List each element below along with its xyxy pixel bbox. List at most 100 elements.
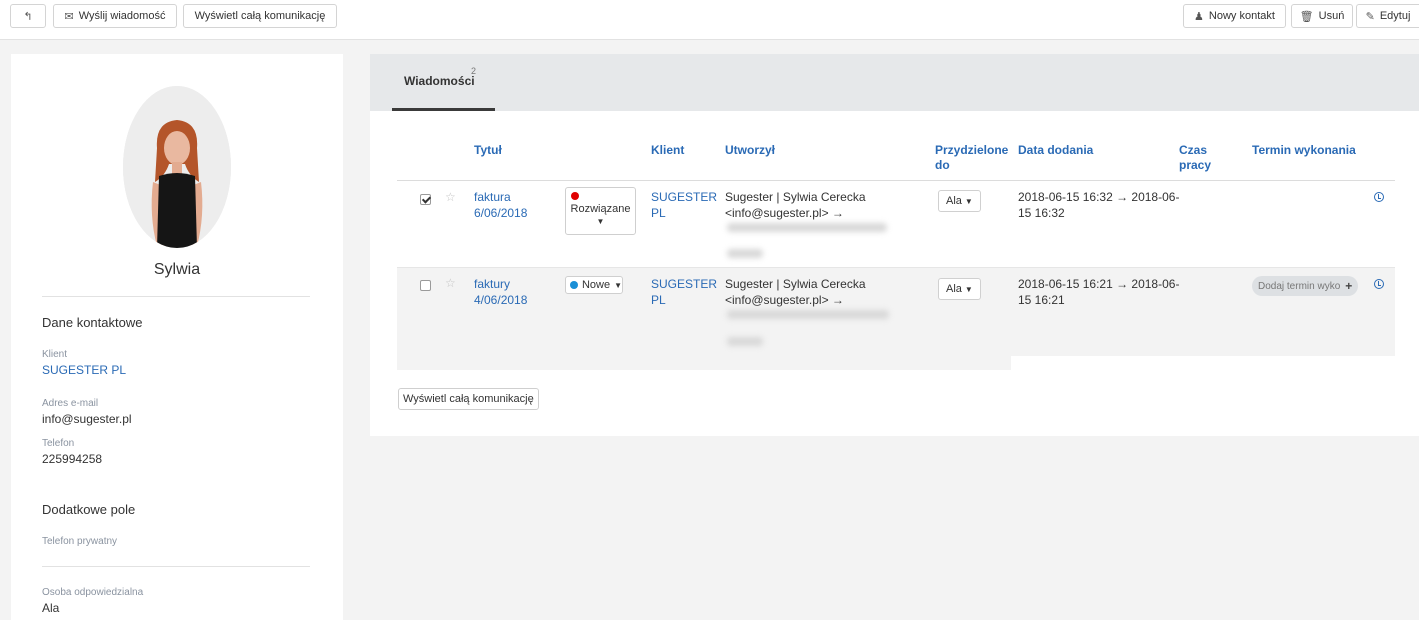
tab-messages[interactable]: Wiadomości 2 bbox=[392, 54, 495, 111]
status-dot bbox=[571, 192, 579, 200]
caret-down-icon: ▼ bbox=[964, 196, 973, 206]
column-header-author[interactable]: Utworzył bbox=[725, 143, 775, 158]
clock-icon[interactable] bbox=[1374, 192, 1384, 202]
message-title-line1: faktura bbox=[474, 190, 511, 204]
clock-icon[interactable] bbox=[1374, 279, 1384, 289]
column-header-due[interactable]: Termin wykonania bbox=[1252, 143, 1356, 158]
client-line2: PL bbox=[651, 293, 666, 307]
date-cell: 2018-06-15 16:21 → 2018-06- 15 16:21 bbox=[1018, 276, 1179, 308]
tab-messages-count: 2 bbox=[471, 66, 477, 76]
author-cell: Sugester | Sylwia Cerecka <info@sugester… bbox=[725, 276, 866, 308]
column-header-work-time-line2: pracy bbox=[1179, 158, 1212, 172]
pencil-icon: ✎ bbox=[1365, 10, 1375, 23]
tab-messages-label: Wiadomości bbox=[404, 74, 475, 88]
column-header-work-time[interactable]: Czas pracy bbox=[1179, 143, 1211, 173]
redacted-recipient bbox=[727, 223, 887, 232]
star-icon[interactable]: ☆ bbox=[445, 190, 456, 204]
table-footer-strip bbox=[397, 356, 1011, 370]
divider bbox=[42, 296, 310, 297]
show-all-communication-button[interactable]: Wyświetl całą komunikację bbox=[183, 4, 337, 28]
client-link[interactable]: SUGESTER PL bbox=[651, 276, 717, 308]
email-label: Adres e-mail bbox=[42, 398, 99, 409]
assign-label: Ala bbox=[946, 283, 962, 295]
phone-label: Telefon bbox=[42, 438, 75, 449]
show-all-label: Wyświetl całą komunikację bbox=[194, 10, 326, 22]
caret-down-icon: ▼ bbox=[964, 284, 973, 294]
tab-bar: Wiadomości 2 bbox=[370, 54, 1419, 111]
status-dropdown[interactable]: Rozwiązane ▼ bbox=[565, 187, 636, 235]
column-header-assigned-line1: Przydzielone bbox=[935, 143, 1009, 157]
assign-dropdown[interactable]: Ala ▼ bbox=[938, 190, 981, 212]
column-header-date-added[interactable]: Data dodania bbox=[1018, 143, 1093, 158]
extra-fields-heading: Dodatkowe pole bbox=[42, 502, 136, 517]
date-line1: 2018-06-15 16:32 → 2018-06- bbox=[1018, 190, 1180, 204]
delete-label: Usuń bbox=[1318, 10, 1345, 22]
redacted-recipient bbox=[727, 337, 763, 346]
edit-button[interactable]: ✎ Edytuj bbox=[1356, 4, 1419, 28]
delete-button[interactable]: 🗑 Usuń bbox=[1291, 4, 1353, 28]
private-phone-label: Telefon prywatny bbox=[42, 536, 118, 547]
star-icon[interactable]: ☆ bbox=[445, 276, 456, 290]
status-dot bbox=[570, 281, 578, 289]
assign-label: Ala bbox=[946, 195, 962, 207]
table-row[interactable]: ☆ faktury 4/06/2018 Nowe ▼ SUGESTER PL S… bbox=[397, 268, 1395, 356]
back-button[interactable]: ↰ bbox=[10, 4, 46, 28]
client-line1: SUGESTER bbox=[651, 190, 718, 204]
message-title-link[interactable]: faktura 6/06/2018 bbox=[474, 189, 527, 221]
send-message-label: Wyślij wiadomość bbox=[78, 10, 166, 22]
send-message-button[interactable]: ✉ Wyślij wiadomość bbox=[53, 4, 177, 28]
show-all-communication-button[interactable]: Wyświetl całą komunikację bbox=[398, 388, 539, 410]
edit-label: Edytuj bbox=[1379, 10, 1411, 22]
add-due-date-label: Dodaj termin wyko bbox=[1258, 280, 1341, 292]
email-value: info@sugester.pl bbox=[42, 412, 132, 426]
client-line1: SUGESTER bbox=[651, 277, 718, 291]
new-contact-label: Nowy kontakt bbox=[1208, 10, 1275, 22]
redacted-recipient bbox=[727, 310, 889, 319]
messages-panel: Wiadomości 2 Tytuł Klient Utworzył Przyd… bbox=[370, 54, 1419, 436]
table-row[interactable]: ☆ faktura 6/06/2018 Rozwiązane ▼ SUGESTE… bbox=[397, 181, 1395, 268]
column-header-work-time-line1: Czas bbox=[1179, 143, 1208, 157]
plus-icon: + bbox=[1345, 279, 1353, 293]
status-dropdown[interactable]: Nowe ▼ bbox=[565, 276, 623, 294]
caret-down-icon: ▼ bbox=[596, 217, 605, 226]
client-link[interactable]: SUGESTER PL bbox=[651, 189, 717, 221]
author-line2: <info@sugester.pl> → bbox=[725, 293, 844, 307]
date-line1: 2018-06-15 16:21 → 2018-06- bbox=[1018, 277, 1180, 291]
client-link[interactable]: SUGESTER PL bbox=[42, 363, 126, 377]
author-line1: Sugester | Sylwia Cerecka bbox=[725, 277, 866, 291]
assign-dropdown[interactable]: Ala ▼ bbox=[938, 278, 981, 300]
status-label: Nowe bbox=[581, 279, 611, 291]
owner-label: Osoba odpowiedzialna bbox=[42, 587, 144, 598]
redacted-recipient bbox=[727, 249, 763, 258]
top-toolbar: ↰ ✉ Wyślij wiadomość Wyświetl całą komun… bbox=[0, 0, 1419, 40]
contact-details-heading: Dane kontaktowe bbox=[42, 315, 143, 330]
client-line2: PL bbox=[651, 206, 666, 220]
message-title-line2: 6/06/2018 bbox=[474, 206, 528, 220]
avatar bbox=[123, 86, 231, 248]
reply-arrow-icon: ↰ bbox=[23, 10, 33, 23]
author-line2: <info@sugester.pl> → bbox=[725, 206, 844, 220]
column-header-title[interactable]: Tytuł bbox=[474, 143, 502, 158]
client-label: Klient bbox=[42, 349, 68, 360]
date-line2: 15 16:32 bbox=[1018, 206, 1065, 220]
row-checkbox[interactable] bbox=[420, 194, 431, 205]
row-checkbox[interactable] bbox=[420, 280, 431, 291]
trash-icon: 🗑 bbox=[1299, 10, 1314, 23]
contact-name: Sylwia bbox=[153, 261, 201, 278]
contact-card: Sylwia Dane kontaktowe Klient SUGESTER P… bbox=[11, 54, 343, 620]
column-header-assigned[interactable]: Przydzielone do bbox=[935, 143, 1008, 173]
avatar-photo bbox=[123, 86, 231, 248]
new-contact-button[interactable]: ♟ Nowy kontakt bbox=[1183, 4, 1286, 28]
divider bbox=[42, 566, 310, 567]
caret-down-icon: ▼ bbox=[614, 280, 622, 290]
column-header-client[interactable]: Klient bbox=[651, 143, 684, 158]
column-header-assigned-line2: do bbox=[935, 158, 950, 172]
phone-value: 225994258 bbox=[42, 452, 103, 466]
message-title-line2: 4/06/2018 bbox=[474, 293, 528, 307]
author-line1: Sugester | Sylwia Cerecka bbox=[725, 190, 866, 204]
message-title-link[interactable]: faktury 4/06/2018 bbox=[474, 276, 527, 308]
envelope-icon: ✉ bbox=[64, 10, 74, 23]
add-due-date-button[interactable]: Dodaj termin wyko + bbox=[1252, 276, 1359, 296]
message-title-line1: faktury bbox=[474, 277, 511, 291]
status-label: Rozwiązane bbox=[570, 203, 631, 215]
